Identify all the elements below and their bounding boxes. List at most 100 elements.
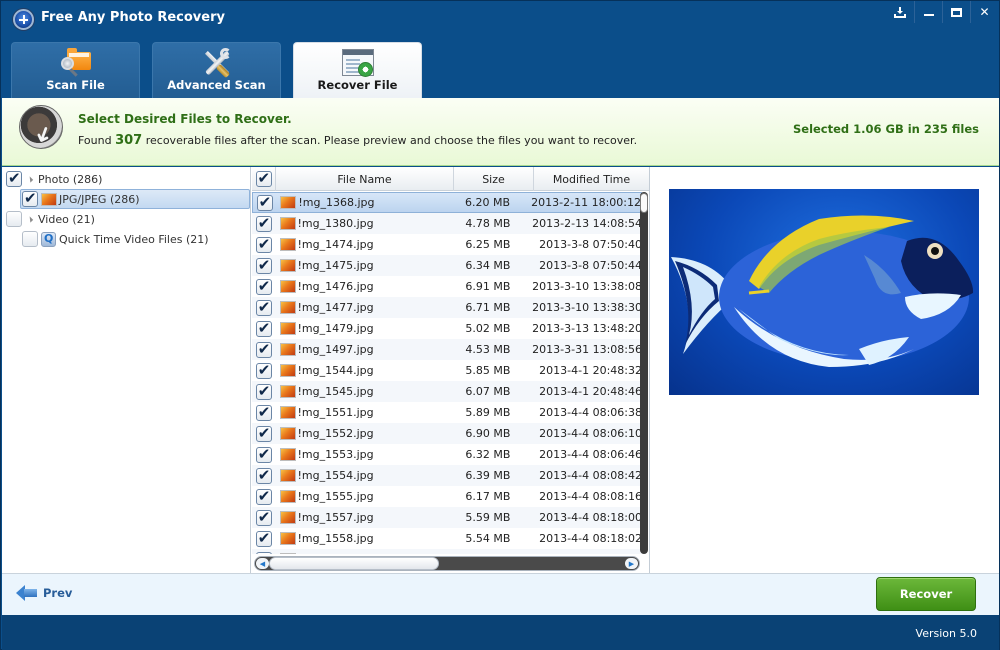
tree-checkbox[interactable]: [22, 189, 38, 207]
file-row[interactable]: !mg_1553.jpg 6.32 MB 2013-4-4 08:06:46: [252, 444, 642, 465]
file-name: !mg_1475.jpg: [297, 259, 374, 272]
file-size: 4.53 MB: [465, 343, 511, 356]
file-size: 6.20 MB: [465, 196, 511, 209]
row-checkbox[interactable]: [255, 508, 272, 526]
file-row[interactable]: !mg_1474.jpg 6.25 MB 2013-3-8 07:50:40: [252, 234, 642, 255]
banner-description: Found 307 recoverable files after the sc…: [78, 133, 637, 148]
file-row[interactable]: !mg_1497.jpg 4.53 MB 2013-3-31 13:08:56: [252, 339, 642, 360]
file-row[interactable]: !mg_1557.jpg 5.59 MB 2013-4-4 08:18:00: [252, 507, 642, 528]
row-checkbox-cell: [252, 403, 276, 421]
file-modified-time: 2013-2-11 18:00:12: [531, 196, 641, 209]
minimize-button[interactable]: [914, 1, 942, 23]
column-header-name[interactable]: File Name: [276, 167, 454, 191]
scroll-right-icon[interactable]: ▶: [625, 558, 638, 569]
download-button[interactable]: [886, 1, 914, 23]
expand-triangle-icon[interactable]: [26, 215, 34, 223]
select-all-checkbox[interactable]: [255, 169, 272, 187]
tree-item-photo[interactable]: Photo (286): [6, 169, 102, 189]
tab-scan-file[interactable]: Scan File: [11, 42, 140, 98]
file-row[interactable]: !mg_1380.jpg 4.78 MB 2013-2-13 14:08:54: [252, 213, 642, 234]
tree-item-video[interactable]: Video (21): [6, 209, 95, 229]
desc-suffix: recoverable files after the scan. Please…: [145, 134, 638, 147]
row-checkbox[interactable]: [255, 214, 272, 232]
app-logo-icon: [13, 9, 34, 30]
file-size: 6.90 MB: [465, 427, 511, 440]
row-checkbox[interactable]: [255, 487, 272, 505]
row-checkbox[interactable]: [255, 550, 272, 554]
jpg-icon: [279, 553, 296, 554]
tree-checkbox[interactable]: [22, 231, 38, 247]
file-row[interactable]: !mg_1368.jpg 6.20 MB 2013-2-11 18:00:12: [252, 192, 642, 213]
file-size: 6.34 MB: [465, 259, 511, 272]
quicktime-icon: [41, 231, 56, 247]
file-name: !mg_1551.jpg: [297, 406, 374, 419]
column-header-size[interactable]: Size: [454, 167, 534, 191]
file-row[interactable]: !mg_1551.jpg 5.89 MB 2013-4-4 08:06:38: [252, 402, 642, 423]
row-checkbox[interactable]: [255, 277, 272, 295]
file-modified-time: 2013-2-13 14:08:54: [532, 217, 642, 230]
file-modified-time: 2013-3-8 07:50:44: [539, 259, 642, 272]
file-modified-time: 2013-3-31 13:08:56: [532, 343, 642, 356]
tab-advanced-scan[interactable]: Advanced Scan: [152, 42, 281, 98]
jpg-icon: [279, 406, 296, 419]
maximize-button[interactable]: [942, 1, 970, 23]
file-row[interactable]: !mg_1477.jpg 6.71 MB 2013-3-10 13:38:30: [252, 297, 642, 318]
file-row[interactable]: !mg_1479.jpg 5.02 MB 2013-3-13 13:48:20: [252, 318, 642, 339]
row-checkbox[interactable]: [255, 298, 272, 316]
row-checkbox[interactable]: [255, 361, 272, 379]
file-name: !mg_1497.jpg: [297, 343, 374, 356]
expand-triangle-icon[interactable]: [26, 175, 34, 183]
horizontal-scrollbar[interactable]: ◀ ▶: [254, 556, 640, 571]
row-checkbox-cell: [252, 424, 276, 442]
wizard-nav: Prev Recover: [2, 573, 999, 615]
row-checkbox[interactable]: [255, 382, 272, 400]
row-checkbox[interactable]: [255, 340, 272, 358]
row-checkbox[interactable]: [256, 193, 273, 211]
row-checkbox[interactable]: [255, 445, 272, 463]
scroll-left-icon[interactable]: ◀: [256, 558, 269, 569]
file-row[interactable]: !mg_1552.jpg 6.90 MB 2013-4-4 08:06:10: [252, 423, 642, 444]
row-checkbox-cell: [252, 529, 276, 547]
vertical-scrollbar[interactable]: [640, 192, 648, 554]
row-checkbox[interactable]: [255, 319, 272, 337]
file-row[interactable]: !mg_1475.jpg 6.34 MB 2013-3-8 07:50:44: [252, 255, 642, 276]
file-name: !mg_1554.jpg: [297, 469, 374, 482]
horizontal-scroll-thumb[interactable]: [269, 557, 439, 570]
file-row[interactable]: !mg_1544.jpg 5.85 MB 2013-4-1 20:48:32: [252, 360, 642, 381]
row-checkbox[interactable]: [255, 466, 272, 484]
tree-checkbox[interactable]: [6, 169, 22, 187]
row-checkbox[interactable]: [255, 403, 272, 421]
tab-recover-file[interactable]: Recover File: [293, 42, 422, 98]
jpg-icon: [279, 343, 296, 356]
row-checkbox[interactable]: [255, 256, 272, 274]
close-button[interactable]: ✕: [970, 1, 998, 23]
file-row[interactable]: !mg_1545.jpg 6.07 MB 2013-4-1 20:48:46: [252, 381, 642, 402]
file-modified-time: 2013-3-10 13:38:08: [532, 280, 642, 293]
tree-checkbox[interactable]: [6, 211, 22, 227]
file-name: !mg_1368.jpg: [298, 196, 375, 209]
file-name-cell: !mg_1555.jpg: [276, 490, 450, 503]
file-row[interactable]: !mg_1555.jpg 6.17 MB 2013-4-4 08:08:16: [252, 486, 642, 507]
file-row[interactable]: [252, 549, 642, 554]
row-checkbox[interactable]: [255, 235, 272, 253]
file-modified-time: 2013-4-4 08:18:00: [539, 511, 642, 524]
tree-label: Photo (286): [38, 172, 103, 186]
file-name-cell: [276, 553, 450, 554]
file-row[interactable]: !mg_1558.jpg 5.54 MB 2013-4-4 08:18:02: [252, 528, 642, 549]
recover-button[interactable]: Recover: [876, 577, 976, 611]
main-area: Photo (286) JPG/JPEG (286) Video (21) Qu…: [2, 167, 999, 573]
tree-item-jpg[interactable]: JPG/JPEG (286): [20, 189, 250, 209]
vertical-scroll-thumb[interactable]: [640, 193, 648, 213]
file-modified-time: 2013-4-4 08:08:16: [539, 490, 642, 503]
tree-label: Quick Time Video Files (21): [59, 232, 209, 246]
file-row[interactable]: !mg_1476.jpg 6.91 MB 2013-3-10 13:38:08: [252, 276, 642, 297]
tools-icon: [200, 48, 234, 79]
file-modified-time: 2013-3-8 07:50:40: [539, 238, 642, 251]
row-checkbox[interactable]: [255, 424, 272, 442]
row-checkbox[interactable]: [255, 529, 272, 547]
file-row[interactable]: !mg_1554.jpg 6.39 MB 2013-4-4 08:08:42: [252, 465, 642, 486]
tree-item-quicktime[interactable]: Quick Time Video Files (21): [22, 229, 209, 249]
row-checkbox-cell: [252, 508, 276, 526]
prev-button[interactable]: Prev: [16, 585, 72, 601]
column-header-time[interactable]: Modified Time: [534, 167, 649, 191]
